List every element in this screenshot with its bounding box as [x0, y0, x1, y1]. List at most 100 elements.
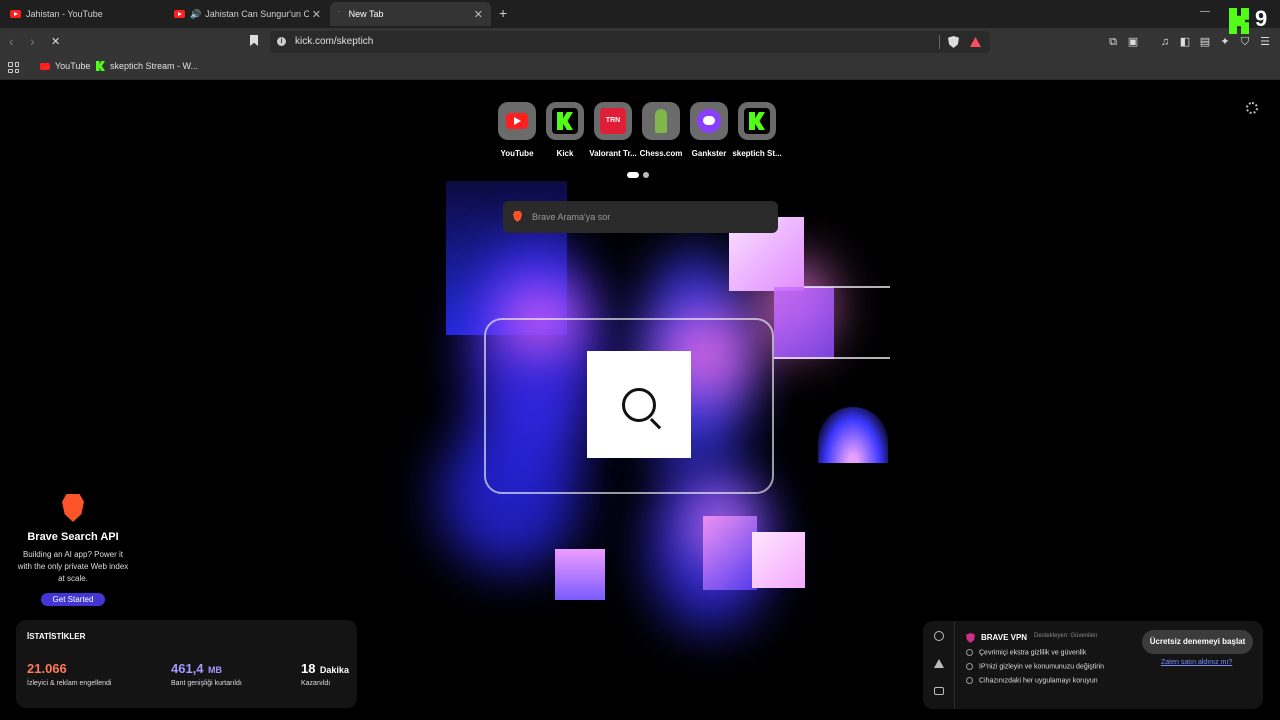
brave-vpn-widget: BRAVE VPN Destekleyen: Güvenilen Çevrimi… [923, 621, 1263, 709]
top-site-chess[interactable]: Chess.com [640, 102, 682, 158]
trn-icon: TRN [600, 108, 626, 134]
art-block [818, 407, 888, 463]
site-info-icon[interactable]: i [277, 37, 286, 46]
bookmark-icon[interactable] [250, 35, 258, 46]
tab-youtube-jahistan[interactable]: Jahistan - YouTube [2, 2, 167, 26]
close-tab-icon[interactable]: ✕ [312, 8, 321, 21]
rewards-widget-icon[interactable] [934, 659, 944, 668]
brave-rewards-icon[interactable] [970, 37, 981, 47]
forward-icon[interactable]: › [30, 34, 35, 48]
minimize-icon[interactable]: — [1200, 6, 1210, 17]
vpn-subtitle: Destekleyen: Güvenilen [1034, 633, 1098, 639]
bookmark-skeptich-stream[interactable]: skeptich Stream - W... [96, 61, 198, 71]
promo-title: Brave Search API [27, 531, 119, 543]
page-dot[interactable] [643, 172, 649, 178]
stat-value: 21.066 [27, 661, 67, 676]
youtube-icon [174, 10, 185, 18]
stat-label: İzleyici & reklam engellendi [27, 680, 112, 687]
tab-youtube-playing[interactable]: 🔊 Jahistan Can Sungur'un Oyunu ✕ [166, 2, 329, 26]
art-line [774, 357, 890, 359]
top-site-gankster[interactable]: Gankster [690, 102, 728, 158]
stat-unit: Dakika [319, 665, 349, 675]
stat-value: 18 [301, 661, 316, 676]
stat-bandwidth-saved: 461,4 MB Bant genişliği kurtarıldı [171, 660, 242, 687]
menu-icon[interactable]: ☰ [1259, 36, 1271, 48]
brave-search-box[interactable]: Brave Arama'ya sor [503, 201, 778, 233]
talk-widget-icon[interactable] [934, 687, 944, 695]
tile-label: skeptich St... [732, 149, 782, 158]
art-block [752, 532, 805, 588]
vpn-widget-icon[interactable] [934, 631, 944, 641]
stats-widget: İSTATİSTİKLER 21.066 İzleyici & reklam e… [16, 620, 357, 708]
top-site-valorant-tracker[interactable]: TRN Valorant Tr... [589, 102, 637, 158]
extensions-icon[interactable]: ⧉ [1107, 36, 1119, 48]
tile-icon [738, 102, 776, 140]
navigation-toolbar: ‹ › ✕ i kick.com/skeptich ⧉ ▣ ♫ ◧ ▤ ✦ ⛉ … [0, 28, 1280, 56]
widget-switcher [923, 621, 955, 709]
start-free-trial-button[interactable]: Ücretsiz denemeyi başlat [1142, 630, 1253, 654]
bookmark-label: skeptich Stream - W... [110, 61, 199, 71]
art-block [555, 549, 605, 600]
divider [939, 35, 940, 49]
art-block [774, 287, 834, 359]
brave-shields-icon[interactable] [948, 36, 959, 48]
tab-title: Jahistan - YouTube [26, 9, 103, 19]
magnifier-icon [622, 387, 656, 422]
url-text[interactable]: kick.com/skeptich [295, 36, 373, 47]
top-site-kick[interactable]: Kick [546, 102, 584, 158]
kick-icon [96, 61, 105, 71]
stat-label: Bant genişliği kurtarıldı [171, 680, 242, 687]
stat-time-saved: 18 Dakika Kazanıldı [301, 660, 349, 687]
bookmarks-bar: YouTube skeptich Stream - W... [0, 56, 1280, 80]
search-illustration-card [587, 351, 691, 458]
vpn-feature: Cihazınızdaki her uygulamayı koruyun [966, 677, 1098, 684]
brave-lion-icon [62, 494, 84, 522]
kick-icon [552, 108, 578, 134]
new-tab-button[interactable]: + [499, 6, 507, 20]
youtube-icon [40, 62, 50, 70]
tab-new-tab[interactable]: ˙ New Tab ✕ [330, 2, 491, 26]
youtube-icon [10, 10, 21, 18]
tile-icon [498, 102, 536, 140]
stats-title: İSTATİSTİKLER [27, 632, 86, 641]
wallet-icon[interactable]: ▤ [1199, 36, 1211, 48]
top-sites: YouTube Kick TRN Valorant Tr... Chess.co… [498, 102, 782, 158]
bookmark-youtube[interactable]: YouTube [40, 61, 90, 71]
top-site-youtube[interactable]: YouTube [498, 102, 536, 158]
art-block [703, 516, 757, 590]
new-tab-page: YouTube Kick TRN Valorant Tr... Chess.co… [0, 80, 1280, 720]
bookmark-label: YouTube [55, 61, 91, 71]
tab-title: Jahistan Can Sungur'un Oyunu [205, 9, 310, 19]
leo-ai-icon[interactable]: ✦ [1219, 36, 1231, 48]
gankster-icon [697, 109, 721, 133]
vpn-icon[interactable]: ⛉ [1239, 36, 1251, 48]
vpn-feature: IP'nizi gizleyin ve konumunuzu değiştiri… [966, 663, 1104, 670]
stat-unit: MB [208, 665, 222, 675]
search-placeholder: Brave Arama'ya sor [532, 212, 611, 222]
promo-description: Building an AI app? Power it with the on… [17, 550, 129, 583]
chess-icon [655, 109, 667, 133]
page-dot-active[interactable] [627, 172, 639, 178]
get-started-button[interactable]: Get Started [40, 593, 106, 606]
kick-overlay-number: 9 [1255, 6, 1268, 31]
stop-loading-icon[interactable]: ✕ [51, 35, 60, 49]
youtube-icon [506, 113, 528, 129]
search-api-promo: Brave Search API Building an AI app? Pow… [16, 494, 130, 607]
tab-strip: Jahistan - YouTube 🔊 Jahistan Can Sungur… [0, 0, 1280, 28]
media-icon[interactable]: ♫ [1159, 36, 1171, 48]
settings-gear-icon[interactable] [1246, 102, 1258, 114]
back-icon[interactable]: ‹ [9, 34, 14, 48]
speaker-icon[interactable]: 🔊 [190, 9, 201, 20]
tab-title: New Tab [348, 9, 384, 19]
stat-value: 461,4 [171, 661, 204, 676]
tile-icon [690, 102, 728, 140]
kick-icon [744, 108, 770, 134]
tile-icon [642, 102, 680, 140]
address-bar[interactable]: i kick.com/skeptich [270, 31, 990, 53]
screenshot-icon[interactable]: ▣ [1127, 36, 1139, 48]
close-tab-icon[interactable]: ✕ [474, 8, 483, 21]
top-site-skeptich-stream[interactable]: skeptich St... [732, 102, 782, 158]
already-purchased-link[interactable]: Zaten satın aldınız mı? [1161, 659, 1232, 666]
sidebar-icon[interactable]: ◧ [1179, 36, 1191, 48]
apps-grid-icon[interactable] [8, 62, 19, 73]
